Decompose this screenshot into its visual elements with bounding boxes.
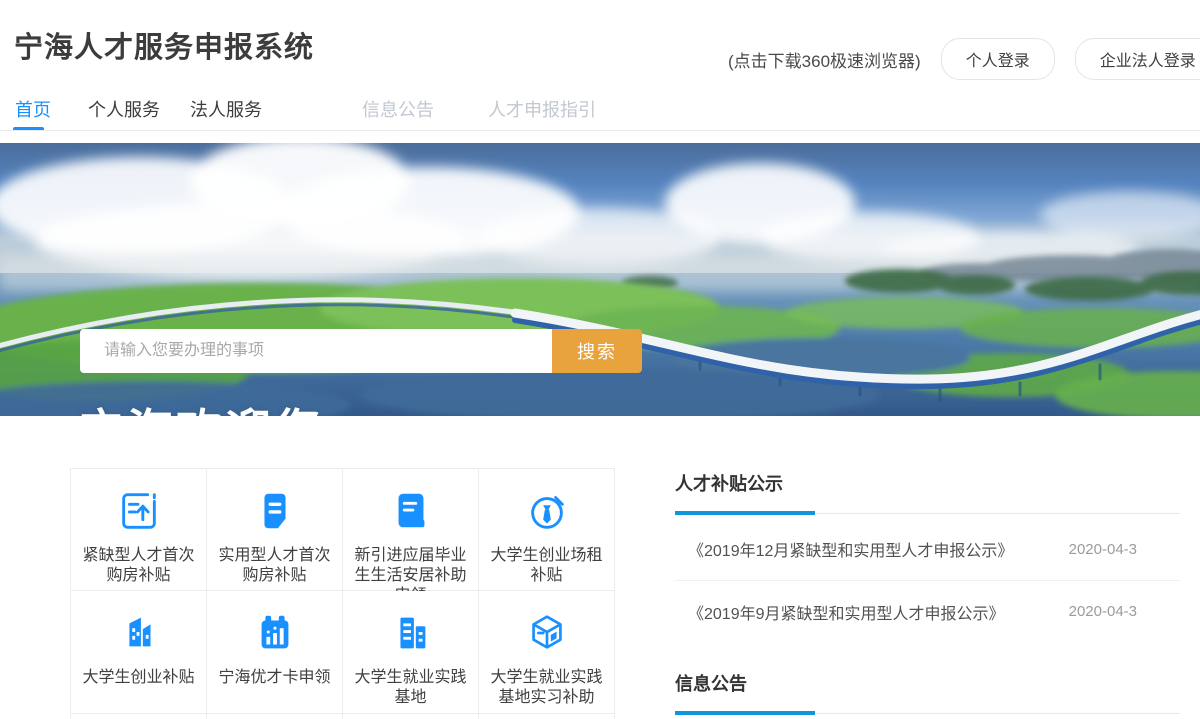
service-item-practice-base-internship-subsidy[interactable]: 大学生就业实践基地实习补助 (479, 591, 615, 714)
nav-divider (0, 130, 1200, 131)
download-browser-link[interactable]: (点击下载360极速浏览器) (728, 47, 921, 72)
service-item-youcai-card[interactable]: 宁海优才卡申领 (207, 591, 343, 714)
subsidy-notice-list: 《2019年12月紧缺型和实用型人才申报公示》 2020-04-3 《2019年… (675, 518, 1180, 642)
nav-item-personal-services[interactable]: 个人服务 (88, 96, 160, 122)
page: 宁海人才服务申报系统 (点击下载360极速浏览器) 个人登录 企业法人登录 首页… (0, 0, 1200, 719)
service-item-student-startup-rent-subsidy[interactable]: 大学生创业场租补贴 (479, 469, 615, 591)
service-item-empty (343, 714, 479, 719)
hero-banner: 宁海欢迎您 (0, 143, 1200, 416)
service-item-graduate-settlement-subsidy[interactable]: 新引进应届毕业生生活安居补助申领 (343, 469, 479, 604)
search-bar: 搜索 (80, 329, 642, 373)
personal-login-button[interactable]: 个人登录 (940, 38, 1055, 80)
nav-item-talent-guide[interactable]: 人才申报指引 (488, 96, 596, 122)
subsidy-section-title: 人才补贴公示 (675, 474, 783, 494)
notice-date: 2020-04-3 (1068, 603, 1137, 620)
document-icon (207, 488, 342, 536)
buildings-icon (71, 610, 206, 658)
welcome-text: 宁海欢迎您 (78, 395, 323, 416)
main-nav: 首页 个人服务 法人服务 信息公告 人才申报指引 (0, 96, 1200, 132)
tie-circle-icon (479, 488, 614, 536)
service-item-practical-talent-housing[interactable]: 实用型人才首次购房补贴 (207, 469, 343, 591)
cube-icon (479, 610, 614, 658)
notice-date: 2020-04-3 (1068, 540, 1137, 558)
header-actions: (点击下载360极速浏览器) 个人登录 企业法人登录 (728, 38, 1200, 80)
section-title-rule (675, 511, 1180, 516)
card-chart-icon (207, 610, 342, 658)
notice-title[interactable]: 《2019年12月紧缺型和实用型人才申报公示》 (688, 537, 1013, 561)
office-buildings-icon (343, 610, 478, 658)
services-grid: 紧缺型人才首次购房补贴 实用型人才首次购房补贴 新引进应届毕业生生活安居补助 大… (70, 468, 615, 719)
search-button[interactable]: 搜索 (552, 329, 642, 373)
info-section-title: 信息公告 (675, 674, 747, 694)
doc-export-icon (71, 488, 206, 536)
announcements-panel: 人才补贴公示 《2019年12月紧缺型和实用型人才申报公示》 2020-04-3… (675, 470, 1180, 716)
search-input[interactable] (80, 329, 552, 373)
scroll-icon (343, 488, 478, 536)
service-item-empty (207, 714, 343, 719)
service-item-employment-practice-base[interactable]: 大学生就业实践基地 (343, 591, 479, 714)
service-item-student-startup-subsidy[interactable]: 大学生创业补贴 (71, 591, 207, 714)
nav-item-home[interactable]: 首页 (15, 96, 51, 122)
nav-item-legal-services[interactable]: 法人服务 (190, 96, 262, 122)
service-item-empty (71, 714, 207, 719)
notice-row[interactable]: 《2019年9月紧缺型和实用型人才申报公示》 2020-04-3 (675, 580, 1180, 642)
service-item-shortage-talent-housing[interactable]: 紧缺型人才首次购房补贴 (71, 469, 207, 591)
service-item-empty (479, 714, 615, 719)
section-title-rule (675, 711, 1180, 716)
enterprise-login-button[interactable]: 企业法人登录 (1074, 38, 1200, 80)
nav-item-announcements[interactable]: 信息公告 (362, 96, 434, 122)
notice-row[interactable]: 《2019年12月紧缺型和实用型人才申报公示》 2020-04-3 (675, 518, 1180, 580)
site-title: 宁海人才服务申报系统 (14, 32, 315, 64)
banner-photo (0, 143, 1200, 416)
notice-title[interactable]: 《2019年9月紧缺型和实用型人才申报公示》 (688, 600, 1005, 624)
